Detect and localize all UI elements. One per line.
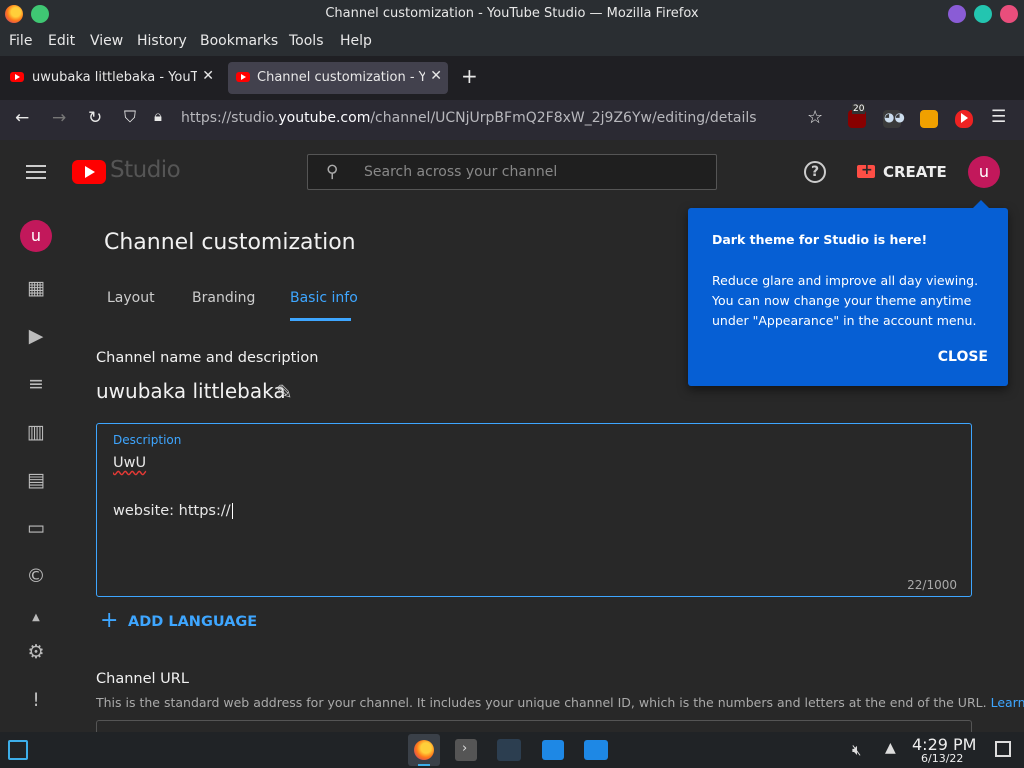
account-avatar[interactable]: u [968,156,1000,188]
menu-view[interactable]: View [90,33,123,49]
tab-bar: uwubaka littlebaka - YouTu ✕ Channel cus… [0,56,1024,100]
menu-bar: File Edit View History Bookmarks Tools H… [0,28,1024,56]
feedback-icon[interactable]: ! [24,688,48,712]
video-camera-icon [857,162,875,178]
settings-icon[interactable]: ⚙ [24,640,48,664]
menu-history[interactable]: History [137,33,187,49]
menu-file[interactable]: File [9,33,32,49]
clock-date[interactable]: 6/13/22 [921,752,963,765]
new-tab-button[interactable]: + [461,64,478,88]
learn-more-link[interactable]: Learn more [991,695,1024,710]
tab-channel-customization[interactable]: Channel customization - Yo ✕ [228,62,448,94]
app-launcher-icon[interactable] [8,740,28,760]
popup-title: Dark theme for Studio is here! [712,232,928,247]
section-heading-name-description: Channel name and description [96,350,319,366]
subtitles-icon[interactable]: ▭ [24,516,48,540]
help-icon[interactable]: ? [804,161,826,183]
close-tab-icon[interactable]: ✕ [202,68,214,84]
tray-expand-icon[interactable]: ▲ [885,740,896,756]
show-desktop-icon[interactable] [995,741,1011,757]
extension-box-icon[interactable] [920,110,938,128]
edit-pencil-icon[interactable]: ✎ [276,380,293,404]
window-restore-button[interactable] [974,5,992,23]
tab-basic-info[interactable]: Basic info [290,290,358,306]
tab-layout[interactable]: Layout [107,290,155,306]
volume-muted-icon[interactable]: 🔇︎ [852,741,861,759]
character-count: 22/1000 [907,578,957,592]
search-icon: ⚲ [326,162,339,182]
terminal-icon[interactable]: › [455,739,477,761]
forward-arrow-icon[interactable]: → [52,108,66,128]
channel-name: uwubaka littlebaka [96,379,286,403]
popup-close-button[interactable]: CLOSE [938,349,988,365]
description-line-1[interactable]: UwU [113,455,146,471]
description-field[interactable]: Description UwU website: https:// 22/100… [96,423,972,597]
description-label: Description [113,433,182,447]
youtube-favicon-icon [236,72,250,82]
extension-mask-icon[interactable]: ◕◕ [883,110,905,128]
window-close-button[interactable] [1000,5,1018,23]
playlists-icon[interactable]: ≡ [24,372,48,396]
window-title: Channel customization - YouTube Studio —… [325,6,699,21]
description-line-2[interactable]: website: https:// [113,503,233,519]
extension-play-icon[interactable] [955,110,973,128]
menu-help[interactable]: Help [340,33,372,49]
reload-icon[interactable]: ↻ [88,108,102,128]
earn-icon[interactable]: ▲ [24,606,48,630]
tab-label: Channel customization - Yo [257,70,425,85]
bookmark-star-icon[interactable]: ☆ [807,107,823,128]
popup-body: Reduce glare and improve all day viewing… [712,273,979,328]
window-titlebar: Channel customization - YouTube Studio —… [0,0,1024,28]
page-title: Channel customization [104,230,356,255]
youtube-logo-icon[interactable] [72,160,106,184]
search-placeholder: Search across your channel [364,164,558,180]
youtube-favicon-icon [10,72,24,82]
close-tab-icon[interactable]: ✕ [430,68,442,84]
ublock-count-badge: 20 [852,104,866,114]
system-settings-icon[interactable] [497,739,521,761]
copyright-icon[interactable]: © [24,564,48,588]
menu-tools[interactable]: Tools [289,33,324,49]
ublock-origin-icon[interactable]: 20 [848,104,866,128]
firefox-icon [414,740,434,760]
tab-branding[interactable]: Branding [192,290,255,306]
dashboard-icon[interactable]: ▦ [24,276,48,300]
url-text[interactable]: https://studio.youtube.com/channel/UCNjU… [181,110,757,126]
menu-edit[interactable]: Edit [48,33,75,49]
active-tab-indicator [290,318,351,321]
sidebar-channel-avatar[interactable]: u [20,220,52,252]
back-arrow-icon[interactable]: ← [15,108,29,128]
app-menu-icon[interactable]: ☰ [991,107,1006,127]
create-button[interactable]: CREATE [852,156,947,188]
search-input[interactable]: ⚲ Search across your channel [307,154,717,190]
window-minimize-button[interactable] [948,5,966,23]
channel-url-description: This is the standard web address for you… [96,695,1024,710]
plus-icon: + [100,608,119,633]
dark-theme-popup: Dark theme for Studio is here! Reduce gl… [688,200,1008,386]
text-cursor [231,503,233,519]
studio-logo-text[interactable]: Studio [110,157,181,183]
tab-channel-page[interactable]: uwubaka littlebaka - YouTu ✕ [6,62,220,94]
store-icon[interactable] [542,740,564,760]
add-language-label: ADD LANGUAGE [128,614,258,630]
comments-icon[interactable]: ▤ [24,468,48,492]
tab-label: uwubaka littlebaka - YouTu [32,70,197,85]
section-heading-channel-url: Channel URL [96,671,189,687]
analytics-icon[interactable]: ▥ [24,420,48,444]
create-label: CREATE [883,163,947,181]
taskbar-firefox[interactable] [408,734,440,766]
content-icon[interactable]: ▶ [24,324,48,348]
file-manager-icon[interactable] [584,740,608,760]
menu-bookmarks[interactable]: Bookmarks [200,33,278,49]
